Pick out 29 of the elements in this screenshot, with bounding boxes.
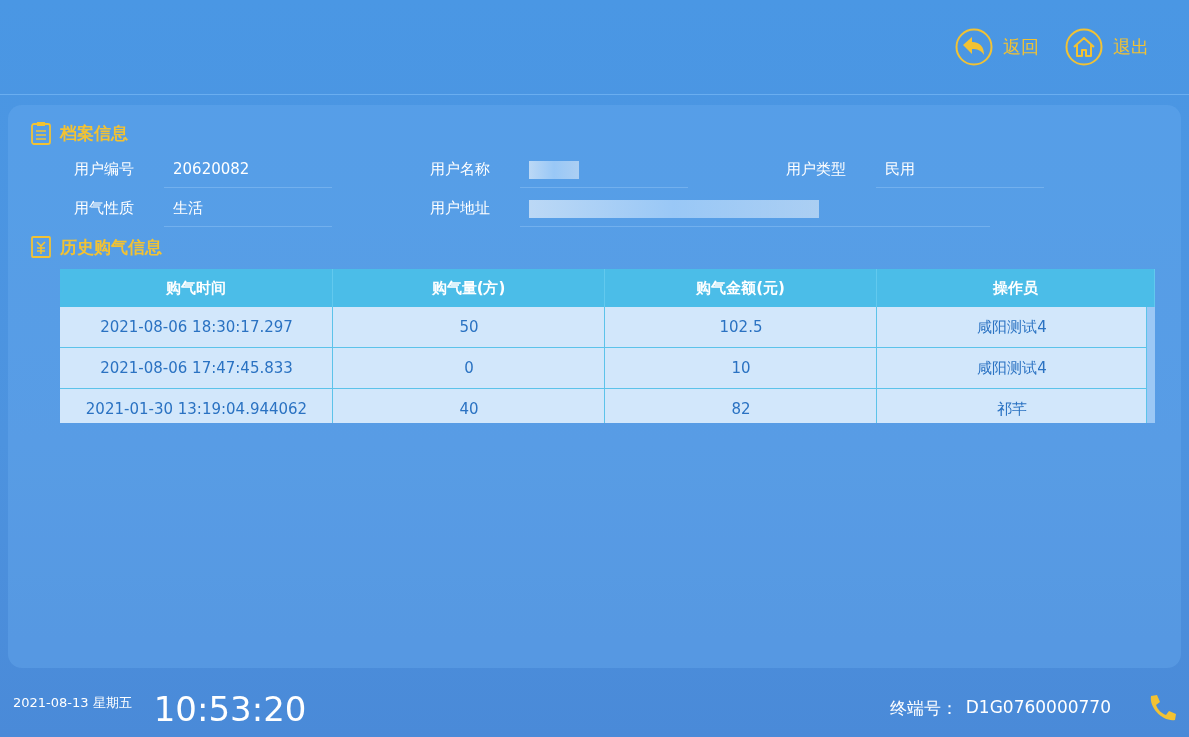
table-cell: 2021-08-06 17:47:45.833 — [60, 348, 333, 388]
field-value: 生活 — [164, 190, 332, 227]
document-icon — [30, 235, 52, 259]
field-label: 用户类型 — [786, 160, 847, 179]
table-cell: 10 — [605, 348, 877, 388]
table-cell: 82 — [605, 389, 877, 423]
field-value: 20620082 — [164, 151, 332, 188]
field-label: 用户地址 — [430, 199, 491, 218]
terminal-id: D1G0760000770 — [965, 697, 1111, 719]
section-title: 档案信息 — [60, 121, 128, 145]
back-button[interactable]: 返回 — [955, 28, 1039, 66]
terminal-label: 终端号： — [889, 697, 958, 720]
table-cell: 0 — [333, 348, 605, 388]
scrollbar[interactable] — [1147, 307, 1155, 423]
exit-button[interactable]: 退出 — [1065, 28, 1149, 66]
section-title: 历史购气信息 — [60, 235, 162, 259]
table-cell: 40 — [333, 389, 605, 423]
date-text: 2021-08-13 星期五 — [13, 694, 132, 712]
field-value: 民用 — [876, 151, 1044, 188]
table-cell: 2021-01-30 13:19:04.944062 — [60, 389, 333, 423]
home-icon — [1065, 28, 1103, 66]
field-label: 用气性质 — [74, 199, 135, 218]
clock-time: 10:53:20 — [153, 688, 307, 729]
field-label: 用户名称 — [430, 160, 491, 179]
table-cell: 102.5 — [605, 307, 877, 347]
table-cell: 50 — [333, 307, 605, 347]
clipboard-icon — [30, 121, 52, 145]
table-cell: 2021-08-06 18:30:17.297 — [60, 307, 333, 347]
field-label: 用户编号 — [74, 160, 135, 179]
